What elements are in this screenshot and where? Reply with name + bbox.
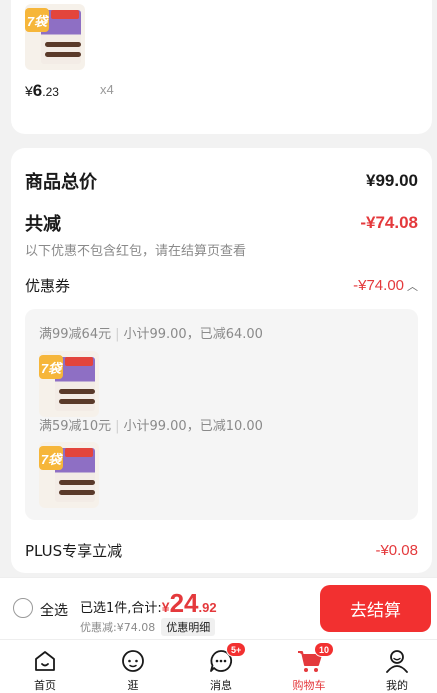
product-badge: 7袋 [25, 8, 49, 32]
home-icon [35, 651, 55, 671]
coupon-product-thumbnail[interactable]: 7袋 [39, 351, 99, 417]
tab-explore[interactable]: 逛 [98, 640, 168, 693]
coupon-value: -¥74.00 [353, 277, 404, 294]
goods-total-label: 商品总价 [25, 172, 97, 193]
bottom-tab-bar: 首页 逛 5+ 消息 10 购物车 我的 [0, 639, 437, 693]
coupon-row[interactable]: 优惠券 -¥74.00 ︿ [25, 275, 418, 296]
checkout-button[interactable]: 去结算 [320, 585, 431, 632]
reduction-note: 以下优惠不包含红包，请在结算页查看 [25, 244, 247, 259]
select-all-label[interactable]: 全选 [40, 600, 68, 620]
coupon-line: 满99减64元 | 小计99.00，已减64.00 [39, 327, 263, 342]
chevron-up-icon[interactable]: ︿ [407, 278, 418, 294]
price-summary-card: 商品总价 ¥99.00 共减 -¥74.08 以下优惠不包含红包，请在结算页查看… [11, 148, 432, 573]
tab-home[interactable]: 首页 [10, 640, 80, 693]
coupon-label: 优惠券 [25, 277, 71, 295]
coupon-product-thumbnail[interactable]: 7袋 [39, 442, 99, 508]
tab-messages[interactable]: 5+ 消息 [186, 640, 256, 693]
plus-discount-value: -¥0.08 [375, 542, 418, 559]
face-icon [122, 650, 144, 672]
user-icon [386, 650, 408, 673]
item-quantity: x4 [100, 82, 114, 97]
discount-text: 优惠减:¥74.08 [80, 621, 156, 634]
tab-cart[interactable]: 10 购物车 [274, 640, 344, 693]
reduction-label: 共减 [25, 214, 61, 235]
item-price: ¥6.23 [25, 81, 59, 100]
total-amount: 24 [169, 588, 199, 618]
total-line: 已选1件,合计: ¥ 24 .92 [80, 588, 217, 618]
coupon-detail-box: 满99减64元 | 小计99.00，已减64.00 7袋 满59减10元 | 小计99.… [25, 309, 418, 520]
select-all-radio[interactable] [13, 598, 33, 618]
tab-profile[interactable]: 我的 [362, 640, 432, 693]
cart-badge: 10 [314, 642, 335, 657]
goods-total-value: ¥99.00 [366, 171, 418, 190]
cart-item-card: 7袋 ¥6.23 x4 [11, 0, 432, 134]
plus-discount-label: PLUS专享立减 [25, 542, 123, 560]
message-badge: 5+ [226, 642, 247, 657]
discount-detail-button[interactable]: 优惠明细 [161, 618, 216, 636]
coupon-line: 满59减10元 | 小计99.00，已减10.00 [39, 419, 263, 434]
checkout-bar: 全选 已选1件,合计: ¥ 24 .92 优惠减:¥74.08 优惠明细 去结算 [0, 577, 437, 639]
reduction-value: -¥74.08 [360, 213, 418, 232]
product-thumbnail[interactable]: 7袋 [25, 4, 85, 70]
